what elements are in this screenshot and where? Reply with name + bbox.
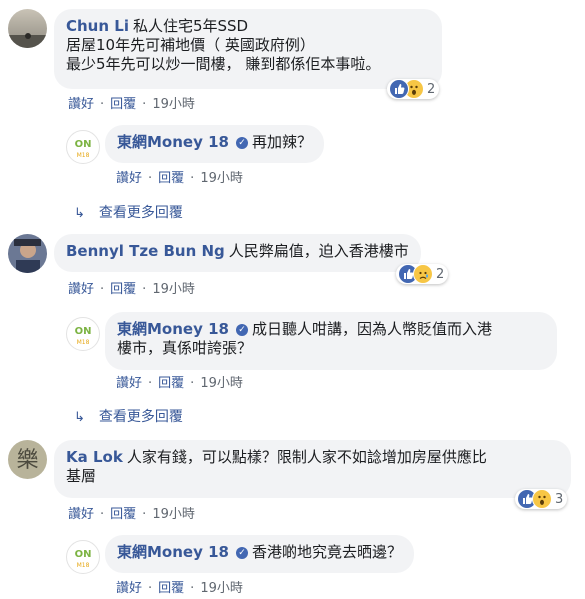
svg-text:M18: M18: [77, 339, 90, 346]
reactions-summary[interactable]: 2: [387, 79, 440, 99]
timestamp[interactable]: 19小時: [152, 507, 195, 522]
comment-text-line: 人民弊扁值，迫入香港樓市: [228, 242, 409, 260]
avatar-money18[interactable]: ON M18: [66, 540, 100, 574]
comment-text-line: 私人住宅5年SSD: [132, 17, 249, 35]
reaction-count: 2: [436, 266, 445, 282]
svg-text:M18: M18: [77, 152, 90, 159]
view-more-replies[interactable]: ↳ 查看更多回覆: [74, 406, 183, 426]
comment-author[interactable]: Bennyl Tze Bun Ng: [66, 242, 225, 260]
reply-author[interactable]: 東網Money 18: [117, 320, 229, 338]
svg-text:樂: 樂: [16, 448, 38, 473]
comment-text-line: 居屋10年先可補地價（ 英國政府例）: [66, 36, 315, 54]
comment-author[interactable]: Chun Li: [66, 17, 129, 35]
svg-text:ON: ON: [75, 549, 92, 560]
reply-actions: 讚好 · 回覆 · 19小時: [116, 171, 243, 186]
reply-bubble: 東網Money 18 ✓ 成日聽人咁講，因為人幣貶值而入港 樓市，真係咁誇張？: [105, 312, 557, 370]
like-link[interactable]: 讚好: [116, 376, 142, 391]
timestamp[interactable]: 19小時: [152, 282, 195, 297]
reply-arrow-icon: ↳: [74, 206, 85, 221]
reply-link[interactable]: 回覆: [110, 97, 136, 112]
view-more-replies-label: 查看更多回覆: [98, 205, 183, 221]
comment-text-line: 人家有錢，可以點樣？限制人家不如諗增加房屋供應比: [126, 448, 487, 466]
avatar-chun-li[interactable]: [8, 9, 47, 48]
timestamp[interactable]: 19小時: [200, 376, 243, 391]
reply-arrow-icon: ↳: [74, 410, 85, 425]
reply-text-line: 樓市，真係咁誇張？: [117, 339, 253, 357]
comment-text-line: 基層: [66, 467, 97, 485]
like-link[interactable]: 讚好: [68, 97, 94, 112]
svg-text:ON: ON: [75, 139, 92, 150]
svg-text:ON: ON: [75, 326, 92, 337]
reply-text: 香港啲地究竟去晒邊？: [251, 543, 402, 561]
timestamp[interactable]: 19小時: [200, 171, 243, 186]
like-link[interactable]: 讚好: [116, 581, 142, 596]
reply-bubble: 東網Money 18 ✓ 再加辣？: [105, 125, 324, 163]
reactions-summary[interactable]: 2: [396, 264, 449, 284]
avatar-ka-lok[interactable]: 樂: [8, 440, 47, 479]
reactions-summary[interactable]: 3: [515, 489, 568, 509]
reply-text-line: 成日聽人咁講，因為人幣貶值而入港: [251, 320, 492, 338]
reply-text: 再加辣？: [251, 133, 312, 151]
comment-author[interactable]: Ka Lok: [66, 448, 123, 466]
like-link[interactable]: 讚好: [116, 171, 142, 186]
reply-author[interactable]: 東網Money 18: [117, 133, 229, 151]
timestamp[interactable]: 19小時: [200, 581, 243, 596]
reply-author[interactable]: 東網Money 18: [117, 543, 229, 561]
verified-badge-icon: ✓: [235, 546, 248, 559]
comment-actions: 讚好 · 回覆 · 19小時: [68, 507, 195, 522]
thumbs-up-icon: [389, 79, 409, 99]
reply-link[interactable]: 回覆: [158, 376, 184, 391]
view-more-replies[interactable]: ↳ 查看更多回覆: [74, 202, 183, 222]
wow-emoji-icon: [532, 489, 552, 509]
reaction-count: 2: [427, 81, 436, 97]
reply-link[interactable]: 回覆: [110, 507, 136, 522]
reply-link[interactable]: 回覆: [158, 581, 184, 596]
reaction-count: 3: [555, 491, 564, 507]
timestamp[interactable]: 19小時: [152, 97, 195, 112]
reply-actions: 讚好 · 回覆 · 19小時: [116, 376, 243, 391]
reply-link[interactable]: 回覆: [110, 282, 136, 297]
avatar-bennyl[interactable]: [8, 234, 47, 273]
reply-link[interactable]: 回覆: [158, 171, 184, 186]
comment-actions: 讚好 · 回覆 · 19小時: [68, 97, 195, 112]
svg-text:M18: M18: [77, 562, 90, 569]
reply-bubble: 東網Money 18 ✓ 香港啲地究竟去晒邊？: [105, 535, 414, 573]
sad-emoji-icon: [413, 264, 433, 284]
comment-text-line: 最少5年先可以炒一間樓， 賺到都係佢本事啦。: [66, 55, 381, 73]
like-link[interactable]: 讚好: [68, 282, 94, 297]
comment-bubble-bennyl: Bennyl Tze Bun Ng 人民弊扁值，迫入香港樓市: [54, 234, 421, 272]
avatar-money18[interactable]: ON M18: [66, 130, 100, 164]
view-more-replies-label: 查看更多回覆: [98, 409, 183, 425]
avatar-money18[interactable]: ON M18: [66, 317, 100, 351]
verified-badge-icon: ✓: [235, 136, 248, 149]
comment-bubble-chun-li: Chun Li 私人住宅5年SSD 居屋10年先可補地價（ 英國政府例） 最少5年…: [54, 9, 442, 89]
reply-actions: 讚好 · 回覆 · 19小時: [116, 581, 243, 596]
verified-badge-icon: ✓: [235, 323, 248, 336]
like-link[interactable]: 讚好: [68, 507, 94, 522]
comment-actions: 讚好 · 回覆 · 19小時: [68, 282, 195, 297]
comment-bubble-ka-lok: Ka Lok 人家有錢，可以點樣？限制人家不如諗增加房屋供應比 基層: [54, 440, 571, 498]
